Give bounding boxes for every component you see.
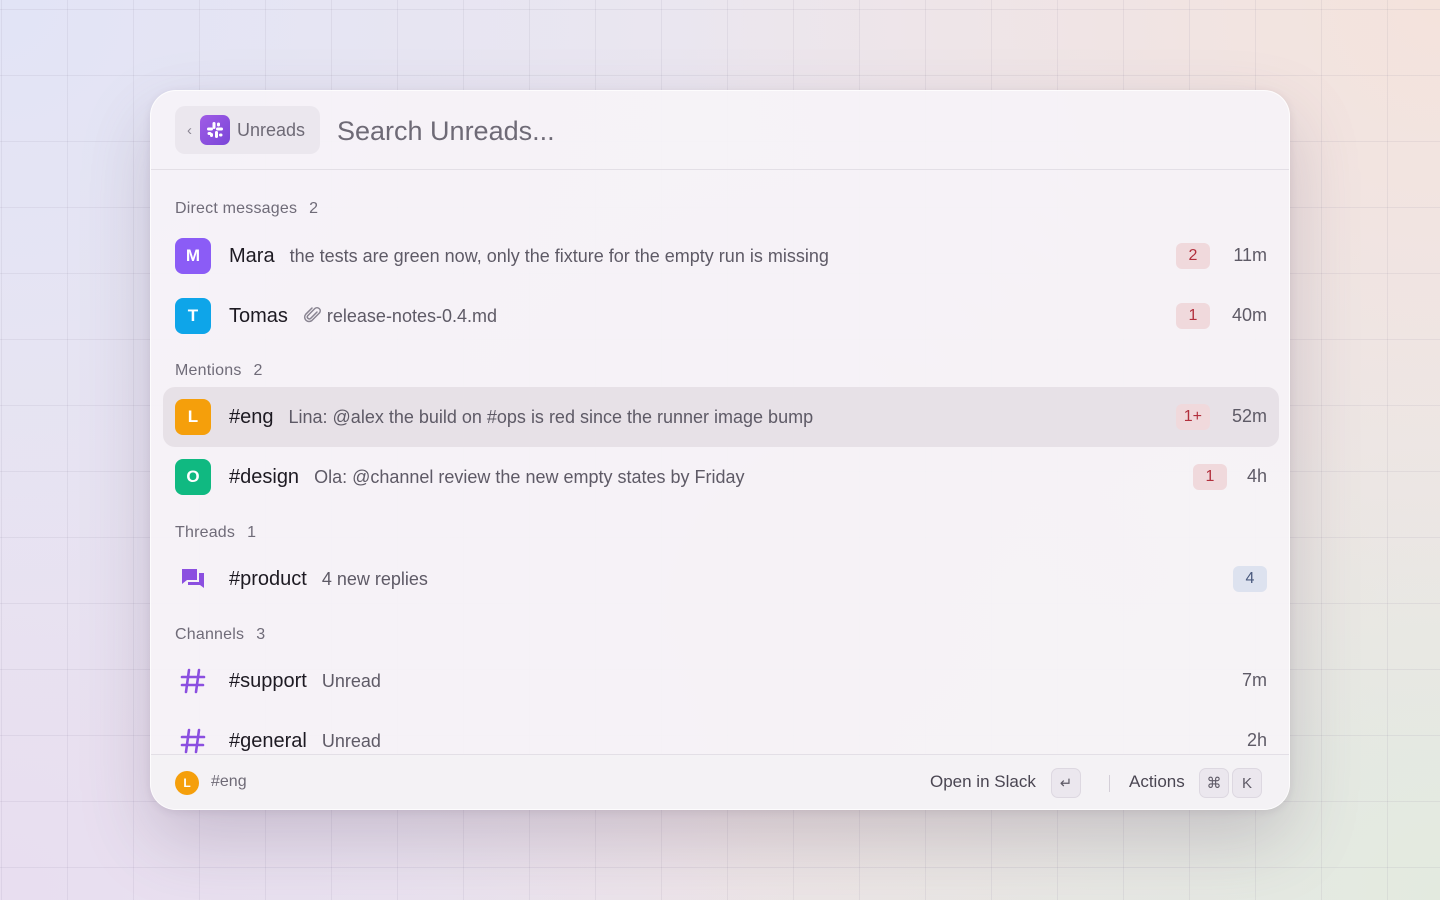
timestamp: 11m — [1233, 245, 1267, 265]
item-subtitle: Unread — [321, 731, 381, 751]
section-header-mentions: Mentions 2 — [175, 361, 263, 381]
list-item-design[interactable]: O #design Ola: @channel review the new emp… — [163, 447, 1279, 507]
avatar: M — [175, 238, 211, 274]
section-label: Mentions — [175, 362, 242, 379]
results-list[interactable]: Direct messages 2 M Mara the tests are green… — [151, 171, 1289, 756]
search-input[interactable] — [337, 109, 1237, 153]
actions-button[interactable]: Actions — [1129, 772, 1185, 792]
unread-count-badge: 4 — [1233, 566, 1267, 592]
item-subtitle: 4 new replies — [321, 569, 428, 589]
hashtag-icon — [175, 663, 211, 699]
section-count: 2 — [253, 362, 263, 379]
context-label: Unreads — [237, 119, 306, 140]
item-subtitle: Ola: @channel review the new empty state… — [314, 467, 745, 487]
action-bar: L #eng Open in Slack ↵ Actions ⌘ K — [151, 754, 1289, 809]
timestamp: 40m — [1231, 305, 1267, 325]
command-palette-window: ‹ Unreads Direct mes — [150, 90, 1290, 810]
unread-count-badge: 2 — [1176, 243, 1210, 269]
list-item-product[interactable]: #product 4 new replies 4 — [163, 549, 1279, 609]
section-count: 2 — [309, 200, 319, 217]
section-count: 3 — [256, 626, 266, 643]
thread-icon — [175, 561, 211, 597]
list-item-general[interactable]: #general Unread 2h — [163, 711, 1279, 756]
section-count: 1 — [247, 524, 257, 541]
k-key-icon: K — [1232, 768, 1262, 798]
item-subtitle: Unread — [321, 671, 381, 691]
slack-logo-icon — [200, 115, 230, 145]
avatar: T — [175, 298, 211, 334]
item-subtitle: Lina: @alex the build on #ops is red sin… — [288, 407, 814, 427]
list-item-tomas[interactable]: T Tomas release-notes-0.4.md 1 40m — [163, 286, 1279, 346]
back-button[interactable]: ‹ Unreads — [175, 106, 320, 154]
unread-count-badge: 1+ — [1175, 404, 1210, 430]
item-title: #general — [229, 730, 307, 752]
section-header-threads: Threads 1 — [175, 523, 256, 543]
timestamp: 52m — [1231, 406, 1267, 426]
item-subtitle: the tests are green now, only the fixtur… — [289, 246, 829, 266]
item-title: #eng — [229, 406, 274, 428]
item-title: #design — [229, 466, 300, 488]
selected-item-avatar: L — [175, 771, 199, 795]
section-header-direct-messages: Direct messages 2 — [175, 199, 318, 219]
return-key-icon: ↵ — [1051, 768, 1081, 798]
section-label: Threads — [175, 524, 236, 541]
list-item-mara[interactable]: M Mara the tests are green now, only the f… — [163, 226, 1279, 286]
hashtag-icon — [175, 723, 211, 756]
timestamp: 7m — [1241, 670, 1267, 690]
command-key-icon: ⌘ — [1199, 768, 1229, 798]
chevron-left-icon: ‹ — [187, 121, 192, 139]
timestamp: 2h — [1246, 730, 1267, 750]
item-subtitle: release-notes-0.4.md — [326, 306, 497, 326]
item-title: #product — [229, 568, 307, 590]
item-title: Mara — [229, 245, 275, 267]
selected-item-label: #eng — [211, 773, 247, 790]
list-item-eng[interactable]: L #eng Lina: @alex the build on #ops is re… — [163, 387, 1279, 447]
list-item-support[interactable]: #support Unread 7m — [163, 651, 1279, 711]
section-label: Channels — [175, 626, 245, 643]
item-title: Tomas — [229, 305, 288, 327]
avatar: L — [175, 399, 211, 435]
timestamp: 4h — [1246, 466, 1267, 486]
item-title: #support — [229, 670, 307, 692]
unread-count-badge: 1 — [1176, 303, 1210, 329]
open-in-slack-button[interactable]: Open in Slack — [930, 772, 1036, 792]
section-header-channels: Channels 3 — [175, 625, 265, 645]
section-label: Direct messages — [175, 200, 298, 217]
search-header: ‹ Unreads — [151, 91, 1289, 170]
unread-count-badge: 1 — [1193, 464, 1227, 490]
avatar: O — [175, 459, 211, 495]
divider — [1109, 775, 1110, 792]
paperclip-icon — [303, 305, 323, 330]
